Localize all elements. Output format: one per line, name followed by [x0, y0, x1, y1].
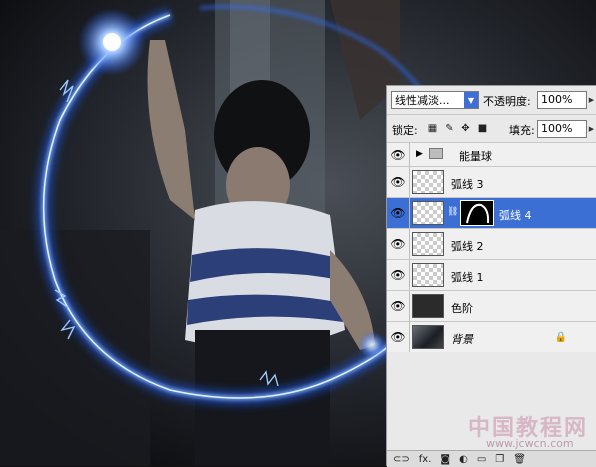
blend-mode-value: 线性减淡... [395, 94, 450, 107]
layer-thumbnail [412, 201, 444, 225]
layer-row[interactable]: 👁 弧线 2 [387, 228, 596, 259]
layer-name: 弧线 4 [499, 209, 532, 222]
fill-arrow-icon[interactable]: ▶ [587, 120, 596, 138]
eye-icon[interactable]: 👁 [387, 229, 410, 259]
chevron-down-icon[interactable]: ▼ [464, 92, 478, 108]
layer-row[interactable]: 👁 弧线 3 [387, 166, 596, 197]
layer-thumbnail [412, 325, 444, 349]
fx-button[interactable]: fx. [419, 454, 432, 465]
layers-panel: 线性减淡... ▼ 不透明度: 100% ▶ 锁定: ▦ ✎ ✥ ■ 填充: 1… [386, 85, 596, 467]
link-icon[interactable]: ⛓ [447, 207, 458, 217]
layer-name: 弧线 3 [451, 178, 484, 191]
new-group-icon[interactable]: ▭ [477, 454, 486, 465]
fill-input[interactable]: 100% [537, 120, 587, 138]
lock-label: 锁定: [392, 124, 418, 137]
blend-mode-select[interactable]: 线性减淡... ▼ [391, 91, 479, 109]
blend-row: 线性减淡... ▼ 不透明度: 100% ▶ [387, 86, 596, 114]
fill-label: 填充: [509, 124, 535, 137]
eye-icon[interactable]: 👁 [387, 198, 410, 228]
layer-name: 能量球 [459, 150, 492, 163]
opacity-arrow-icon[interactable]: ▶ [587, 91, 596, 109]
eye-icon[interactable]: 👁 [387, 322, 410, 352]
opacity-input[interactable]: 100% [537, 91, 587, 109]
lock-row: 锁定: ▦ ✎ ✥ ■ 填充: 100% ▶ [387, 114, 596, 143]
folder-icon [429, 148, 443, 159]
eye-icon[interactable]: 👁 [387, 291, 410, 321]
eye-icon[interactable]: 👁 [387, 143, 410, 166]
layer-name: 弧线 2 [451, 240, 484, 253]
layer-row[interactable]: 👁 弧线 1 [387, 259, 596, 290]
watermark-url: www.jcwcn.com [486, 437, 574, 450]
layer-name: 弧线 1 [451, 271, 484, 284]
new-layer-icon[interactable]: ❐ [495, 454, 504, 465]
add-mask-icon[interactable]: ◙ [440, 454, 450, 465]
layer-row-selected[interactable]: 👁 ⛓ 弧线 4 [387, 197, 596, 228]
trash-icon[interactable]: 🗑 [513, 454, 526, 465]
layer-thumbnail [412, 232, 444, 256]
lock-transparency-icon[interactable]: ▦ [427, 123, 438, 134]
layer-thumbnail [412, 263, 444, 287]
eye-icon[interactable]: 👁 [387, 260, 410, 290]
lock-brush-icon[interactable]: ✎ [444, 123, 455, 134]
lock-all-icon[interactable]: ■ [477, 123, 488, 134]
layer-name: 背景 [451, 333, 473, 346]
layer-thumbnail [412, 170, 444, 194]
layer-row[interactable]: 👁 背景 🔒 [387, 321, 596, 352]
link-layers-icon[interactable]: ⊂⊃ [393, 454, 410, 465]
lock-icon: 🔒 [554, 332, 567, 343]
disclosure-triangle-icon[interactable]: ▶ [416, 149, 423, 159]
layer-row[interactable]: 👁 色阶 [387, 290, 596, 321]
layer-list: 👁 ▶ 能量球 👁 弧线 3 👁 ⛓ 弧线 4 👁 弧线 2 👁 弧线 1 👁 … [387, 142, 596, 352]
layer-mask-thumbnail[interactable] [460, 200, 494, 226]
opacity-label: 不透明度: [483, 95, 531, 108]
layer-group-row[interactable]: 👁 ▶ 能量球 [387, 142, 596, 166]
panel-bottom-bar: ⊂⊃ fx. ◙ ◐ ▭ ❐ 🗑 [387, 450, 596, 467]
eye-icon[interactable]: 👁 [387, 167, 410, 197]
layer-thumbnail [412, 294, 444, 318]
adjustment-layer-icon[interactable]: ◐ [459, 454, 468, 465]
lock-move-icon[interactable]: ✥ [460, 123, 471, 134]
layer-name: 色阶 [451, 302, 473, 315]
